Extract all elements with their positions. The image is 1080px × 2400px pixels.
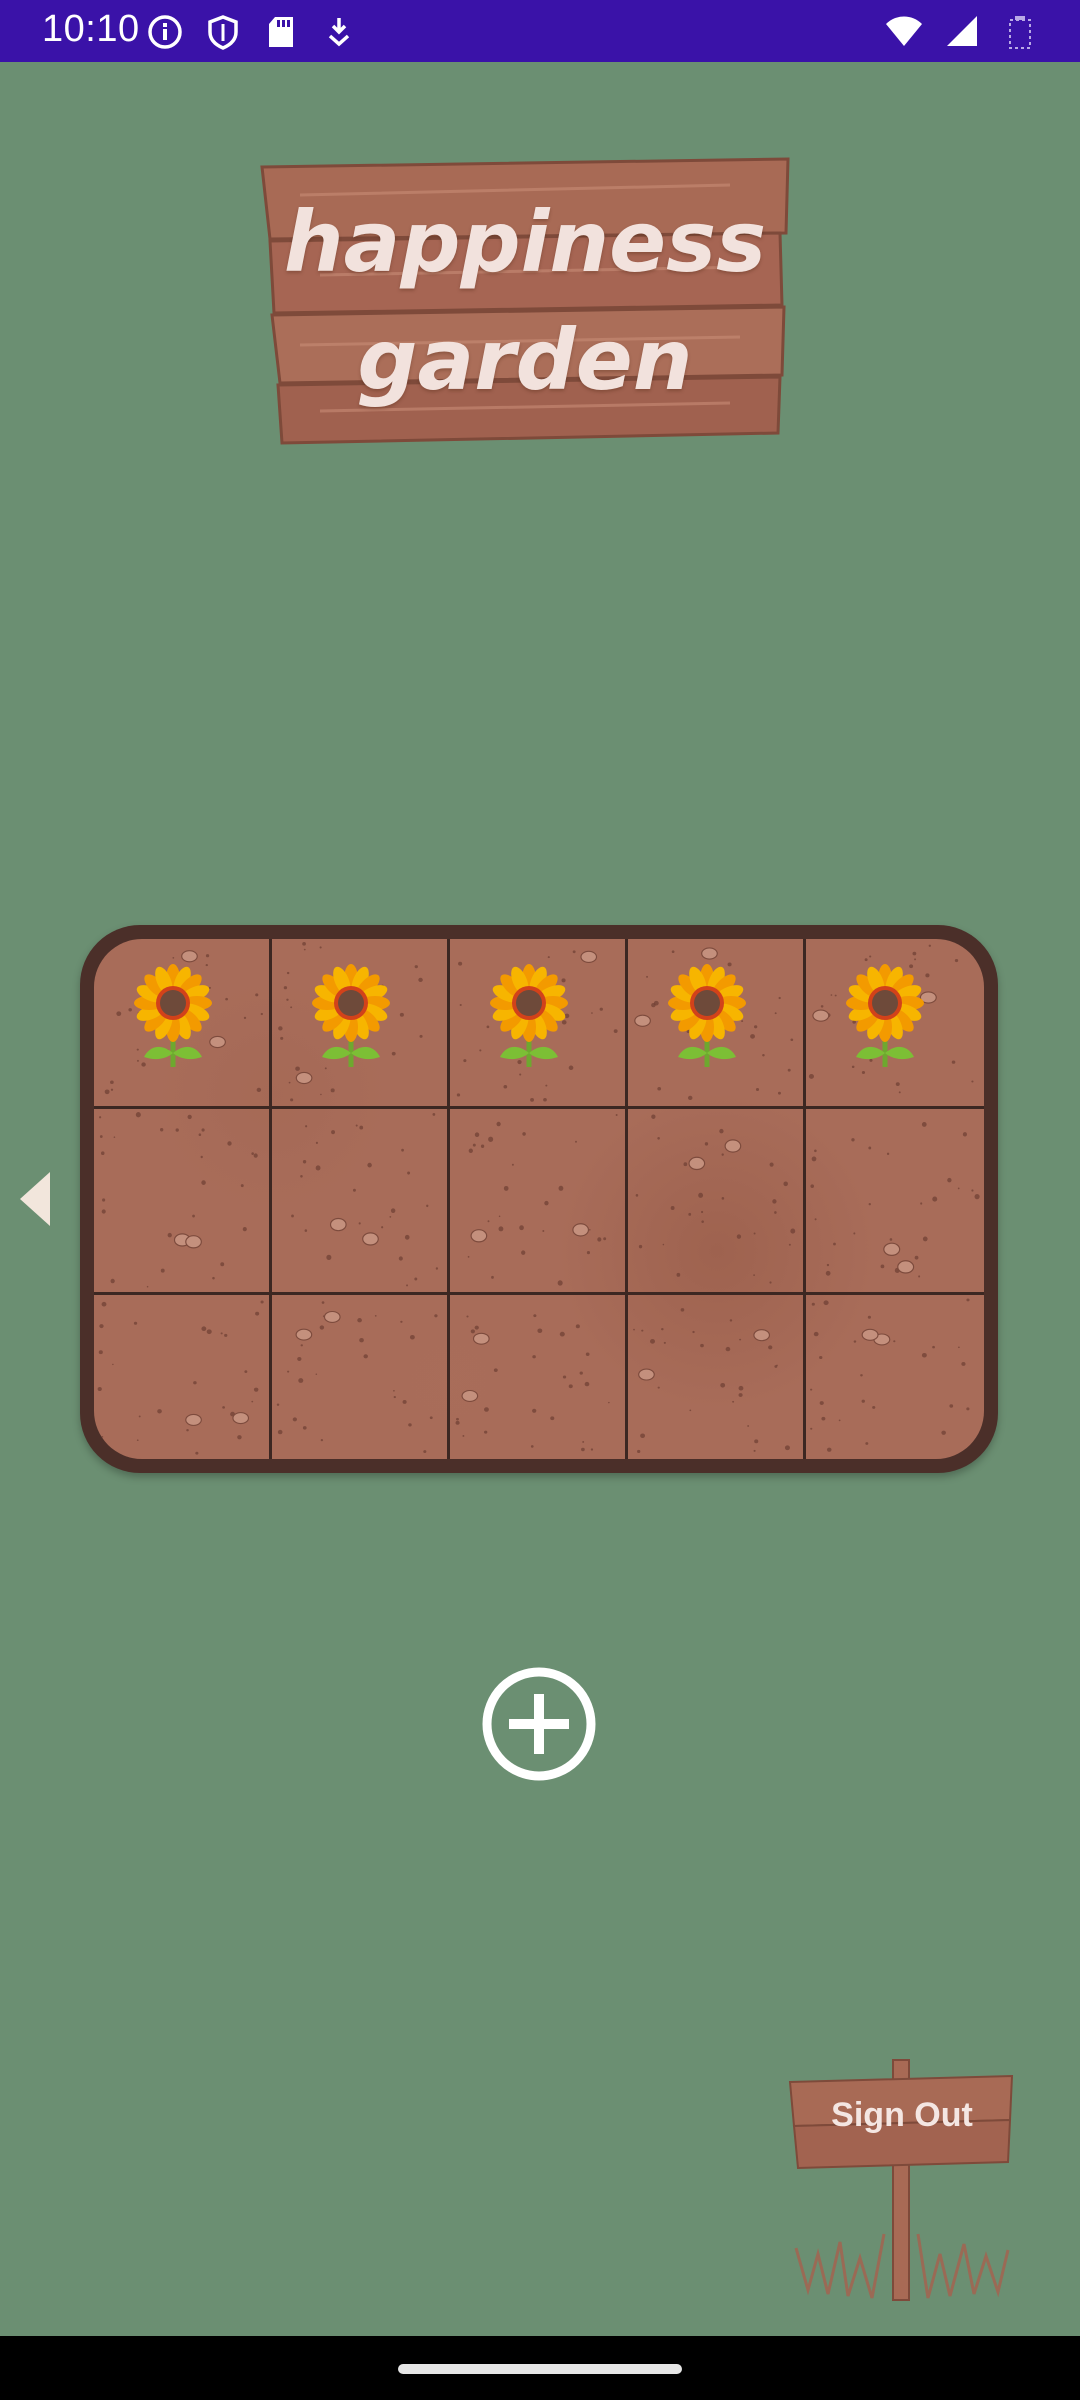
sd-card-icon xyxy=(261,12,301,52)
garden-grid xyxy=(94,939,984,1459)
chevron-left-icon xyxy=(20,1172,50,1226)
battery-icon xyxy=(1000,12,1040,52)
sunflower-icon xyxy=(312,964,390,1067)
home-indicator[interactable] xyxy=(398,2364,682,2374)
garden-plot[interactable] xyxy=(806,1295,984,1459)
soil-texture xyxy=(455,1314,610,1452)
garden-plot[interactable] xyxy=(450,939,628,1109)
add-circle-icon xyxy=(482,1667,596,1781)
download-icon xyxy=(319,12,359,52)
garden-plot[interactable] xyxy=(450,1109,628,1295)
sign-out-button[interactable]: Sign Out xyxy=(788,2058,1016,2308)
shield-icon xyxy=(203,12,243,52)
sunflower-icon xyxy=(846,964,924,1067)
sunflower-icon xyxy=(134,964,212,1067)
add-plant-button[interactable] xyxy=(482,1667,596,1781)
garden-plot[interactable] xyxy=(94,1109,272,1295)
title-sign: happiness garden xyxy=(260,155,790,445)
cell-signal-icon xyxy=(942,12,982,52)
garden-plot[interactable] xyxy=(94,939,272,1109)
sunflower-icon xyxy=(668,964,746,1067)
status-time: 10:10 xyxy=(42,8,140,50)
garden-bed xyxy=(80,925,998,1473)
app-title: happiness garden xyxy=(260,183,790,419)
soil-texture xyxy=(635,1114,796,1284)
garden-plot[interactable] xyxy=(272,939,450,1109)
garden-plot[interactable] xyxy=(806,939,984,1109)
soil-texture xyxy=(810,1298,970,1452)
sign-out-label: Sign Out xyxy=(831,2096,973,2134)
previous-garden-button[interactable] xyxy=(16,1168,56,1230)
garden-plot[interactable] xyxy=(628,1109,806,1295)
title-line-2: garden xyxy=(357,311,693,409)
title-line-1: happiness xyxy=(283,193,767,291)
soil-texture xyxy=(99,1112,258,1288)
garden-plot[interactable] xyxy=(806,1109,984,1295)
soil-texture xyxy=(97,1300,264,1455)
soil-area xyxy=(94,939,984,1459)
garden-plot[interactable] xyxy=(272,1109,450,1295)
soil-texture xyxy=(810,1122,980,1278)
status-bar: 10:10 xyxy=(0,0,1080,62)
soil-texture xyxy=(467,1113,618,1286)
navigation-bar xyxy=(0,2336,1080,2400)
soil-texture xyxy=(276,1301,438,1453)
info-icon xyxy=(145,12,185,52)
garden-plot[interactable] xyxy=(628,939,806,1109)
wifi-icon xyxy=(884,12,924,52)
soil-texture xyxy=(633,1308,790,1453)
garden-plot[interactable] xyxy=(94,1295,272,1459)
garden-plot[interactable] xyxy=(450,1295,628,1459)
garden-plot[interactable] xyxy=(628,1295,806,1459)
sunflower-icon xyxy=(490,964,568,1067)
garden-plot[interactable] xyxy=(272,1295,450,1459)
soil-texture xyxy=(291,1112,439,1287)
